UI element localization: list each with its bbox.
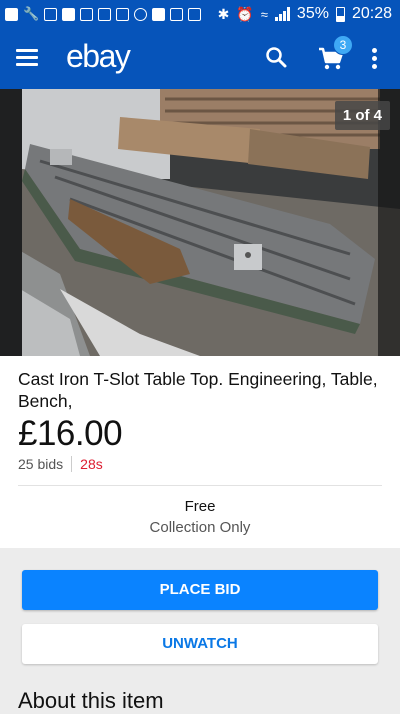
youtube-icon bbox=[152, 7, 166, 21]
ebay-logo[interactable]: ebay bbox=[66, 38, 131, 75]
menu-icon[interactable] bbox=[16, 49, 38, 67]
search-icon[interactable] bbox=[264, 45, 288, 69]
more-options-icon[interactable] bbox=[372, 48, 378, 70]
alarm-icon: ⏰ bbox=[236, 5, 254, 22]
image-icon bbox=[62, 7, 76, 21]
alert-icon bbox=[134, 7, 148, 21]
news-icon bbox=[98, 7, 112, 21]
place-bid-button[interactable]: PLACE BID bbox=[22, 570, 378, 610]
signal-icon bbox=[274, 7, 290, 21]
bid-info: 25 bids 28s bbox=[18, 456, 103, 472]
wrench-icon: 🔧 bbox=[23, 6, 40, 21]
system-status: ✱ ⏰ ≈ 35% 20:28 bbox=[218, 0, 392, 28]
image-counter: 1 of 4 bbox=[334, 101, 390, 130]
bluetooth-icon: ✱ bbox=[217, 5, 230, 22]
cart-badge: 3 bbox=[333, 35, 353, 55]
unwatch-button[interactable]: UNWATCH bbox=[22, 624, 378, 664]
notification-icons: 🔧 bbox=[0, 6, 202, 22]
app-bar: ebay 3 bbox=[0, 28, 400, 89]
check-icon bbox=[188, 7, 202, 21]
mail-icon bbox=[44, 7, 58, 21]
shipping-cost: Free bbox=[184, 498, 216, 515]
battery-icon bbox=[335, 6, 345, 22]
shipping-method: Collection Only bbox=[149, 519, 251, 536]
clock: 20:28 bbox=[351, 5, 392, 22]
bid-divider bbox=[71, 456, 73, 472]
battery-percent: 35% bbox=[296, 5, 329, 22]
battery-fill bbox=[336, 15, 344, 21]
status-bar: 🔧 ✱ ⏰ ≈ 35% 20:28 bbox=[0, 0, 400, 28]
about-section-heading: About this item bbox=[18, 688, 164, 713]
news-icon-2 bbox=[116, 7, 130, 21]
bid-count[interactable]: 25 bids bbox=[18, 456, 63, 472]
time-left: 28s bbox=[80, 456, 103, 472]
divider bbox=[18, 485, 382, 486]
listing-card: Cast Iron T-Slot Table Top. Engineering,… bbox=[0, 356, 400, 548]
listing-title: Cast Iron T-Slot Table Top. Engineering,… bbox=[18, 369, 378, 411]
current-price: £16.00 bbox=[18, 414, 123, 453]
gallery-icon bbox=[5, 7, 18, 21]
gmail-icon bbox=[80, 7, 94, 21]
product-image[interactable]: 1 of 4 bbox=[0, 89, 400, 356]
wifi-icon: ≈ bbox=[260, 6, 268, 22]
app-icon bbox=[170, 7, 184, 21]
